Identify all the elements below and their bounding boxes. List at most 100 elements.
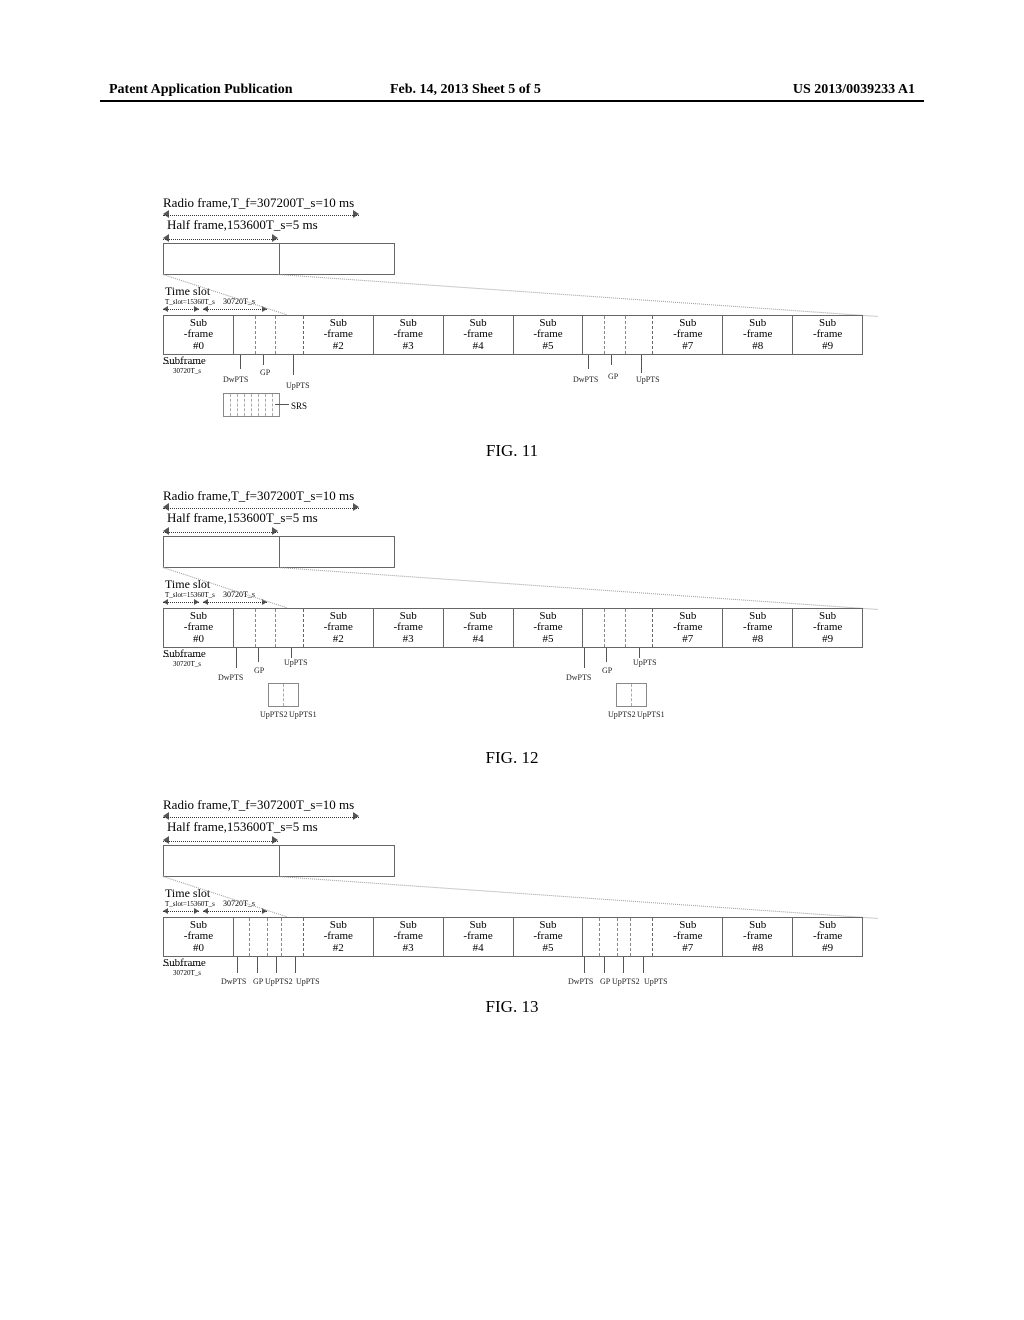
figure-11-caption: FIG. 11 xyxy=(0,441,1024,461)
half-frame-blocks xyxy=(163,243,395,275)
timeslot-arrow-2 xyxy=(203,308,267,312)
uppts-split-box xyxy=(616,683,647,707)
timeslot-arrow-1 xyxy=(163,308,199,312)
subframe-label: Sub-frame#0 xyxy=(184,611,213,646)
subframe-8: Sub-frame#8 xyxy=(723,918,793,956)
subframe-0: Sub-frame#0 xyxy=(164,316,234,354)
timeslot-arrow-1 xyxy=(163,910,199,914)
subframe-6-special xyxy=(583,918,653,956)
subframe-label: Sub-frame#5 xyxy=(533,920,562,955)
subframe-bottom-arrow xyxy=(163,964,201,968)
half-frame-blocks xyxy=(163,845,395,877)
subframe-label: Sub-frame#5 xyxy=(533,318,562,353)
subframe-7: Sub-frame#7 xyxy=(653,918,723,956)
subframe-5: Sub-frame#5 xyxy=(514,316,584,354)
half-frame-blocks xyxy=(163,536,395,568)
uppts2-label: UpPTS2 xyxy=(260,710,288,719)
subframe-bottom-arrow xyxy=(163,655,201,659)
pts-pointer xyxy=(606,648,607,662)
half-frame-label: Half frame,153600T_s=5 ms xyxy=(167,819,318,835)
radio-frame-label: Radio frame,T_f=307200T_s=10 ms xyxy=(163,195,354,211)
pts-pointer xyxy=(584,648,585,668)
subframe-1-special xyxy=(234,609,304,647)
subframe-label: Sub-frame#4 xyxy=(463,920,492,955)
dwpts-label: DwPTS xyxy=(221,977,246,986)
subframe-9: Sub-frame#9 xyxy=(793,918,862,956)
subframe-label: Sub-frame#9 xyxy=(813,920,842,955)
uppts-label: UpPTS xyxy=(296,977,320,986)
subframe-label: Sub-frame#2 xyxy=(324,611,353,646)
uppts1-label: UpPTS1 xyxy=(637,710,665,719)
pts-pointer xyxy=(293,355,294,375)
subframe-label: Sub-frame#9 xyxy=(813,318,842,353)
subframe-label: Sub-frame#2 xyxy=(324,318,353,353)
subframe-label: Sub-frame#4 xyxy=(463,611,492,646)
dwpts-label: DwPTS xyxy=(568,977,593,986)
timeslot-formula: T_slot=15360T_s xyxy=(165,298,215,306)
timeslot-formula: T_slot=15360T_s xyxy=(165,900,215,908)
timeslot-arrow-2 xyxy=(203,910,267,914)
subframe-label: Sub-frame#8 xyxy=(743,920,772,955)
subframes-row: Sub-frame#0 Sub-frame#2 Sub-frame#3 Sub-… xyxy=(163,917,863,957)
pts-pointer xyxy=(611,355,612,365)
subframe-4: Sub-frame#4 xyxy=(444,316,514,354)
subframe-3: Sub-frame#3 xyxy=(374,316,444,354)
uppts-label: UpPTS xyxy=(284,658,308,667)
pts-pointer xyxy=(240,355,241,369)
dwpts-label: DwPTS xyxy=(566,673,591,682)
subframe-2: Sub-frame#2 xyxy=(304,609,374,647)
subframe-label: Sub-frame#5 xyxy=(533,611,562,646)
subframe-label: Sub-frame#0 xyxy=(184,920,213,955)
half-frame-label: Half frame,153600T_s=5 ms xyxy=(167,510,318,526)
pts-pointer xyxy=(588,355,589,369)
figure-12-caption: FIG. 12 xyxy=(0,748,1024,768)
dwpts-label: DwPTS xyxy=(223,375,248,384)
subframe-6-special xyxy=(583,316,653,354)
uppts-label: UpPTS xyxy=(644,977,668,986)
uppts-label: UpPTS xyxy=(286,381,310,390)
subframe-label: Sub-frame#0 xyxy=(184,318,213,353)
subframe-label: Sub-frame#3 xyxy=(394,318,423,353)
gp-label: GP xyxy=(602,666,612,675)
pts-pointer xyxy=(291,648,292,658)
subframe-7: Sub-frame#7 xyxy=(653,609,723,647)
radio-frame-label: Radio frame,T_f=307200T_s=10 ms xyxy=(163,488,354,504)
uppts1-label: UpPTS1 xyxy=(289,710,317,719)
header-rule xyxy=(100,100,924,102)
figure-13-caption: FIG. 13 xyxy=(0,997,1024,1017)
uppts-split-box xyxy=(268,683,299,707)
pts-pointer xyxy=(263,355,264,365)
subframe-4: Sub-frame#4 xyxy=(444,609,514,647)
gp-label: GP xyxy=(260,368,270,377)
gp-label: GP xyxy=(253,977,263,986)
expansion-line xyxy=(278,876,878,919)
radio-frame-label: Radio frame,T_f=307200T_s=10 ms xyxy=(163,797,354,813)
pts-pointer xyxy=(236,648,237,668)
subframe-1-special xyxy=(234,316,304,354)
subframe-label: Sub-frame#8 xyxy=(743,611,772,646)
subframe-label: Sub-frame#7 xyxy=(673,318,702,353)
pts-pointer xyxy=(643,957,644,973)
subframe-bottom-formula: 30720T_s xyxy=(173,969,201,977)
pts-pointer xyxy=(258,648,259,662)
subframe-9: Sub-frame#9 xyxy=(793,609,862,647)
subframe-label: Sub-frame#9 xyxy=(813,611,842,646)
pts-pointer xyxy=(257,957,258,973)
subframe-3: Sub-frame#3 xyxy=(374,609,444,647)
subframe-3: Sub-frame#3 xyxy=(374,918,444,956)
subframe-9: Sub-frame#9 xyxy=(793,316,862,354)
gp-label: GP xyxy=(254,666,264,675)
subframe-label: Sub-frame#3 xyxy=(394,611,423,646)
subframe-1-special xyxy=(234,918,304,956)
subframe-4: Sub-frame#4 xyxy=(444,918,514,956)
pts-pointer xyxy=(623,957,624,973)
subframe-bottom-formula: 30720T_s xyxy=(173,660,201,668)
pts-pointer xyxy=(604,957,605,973)
subframe-label: Sub-frame#4 xyxy=(463,318,492,353)
pts-pointer xyxy=(295,957,296,973)
subframe-label: Sub-frame#3 xyxy=(394,920,423,955)
timeslot-arrow-2 xyxy=(203,601,267,605)
pts-pointer xyxy=(639,648,640,658)
timeslot-arrow-1 xyxy=(163,601,199,605)
header-left: Patent Application Publication xyxy=(109,82,293,98)
